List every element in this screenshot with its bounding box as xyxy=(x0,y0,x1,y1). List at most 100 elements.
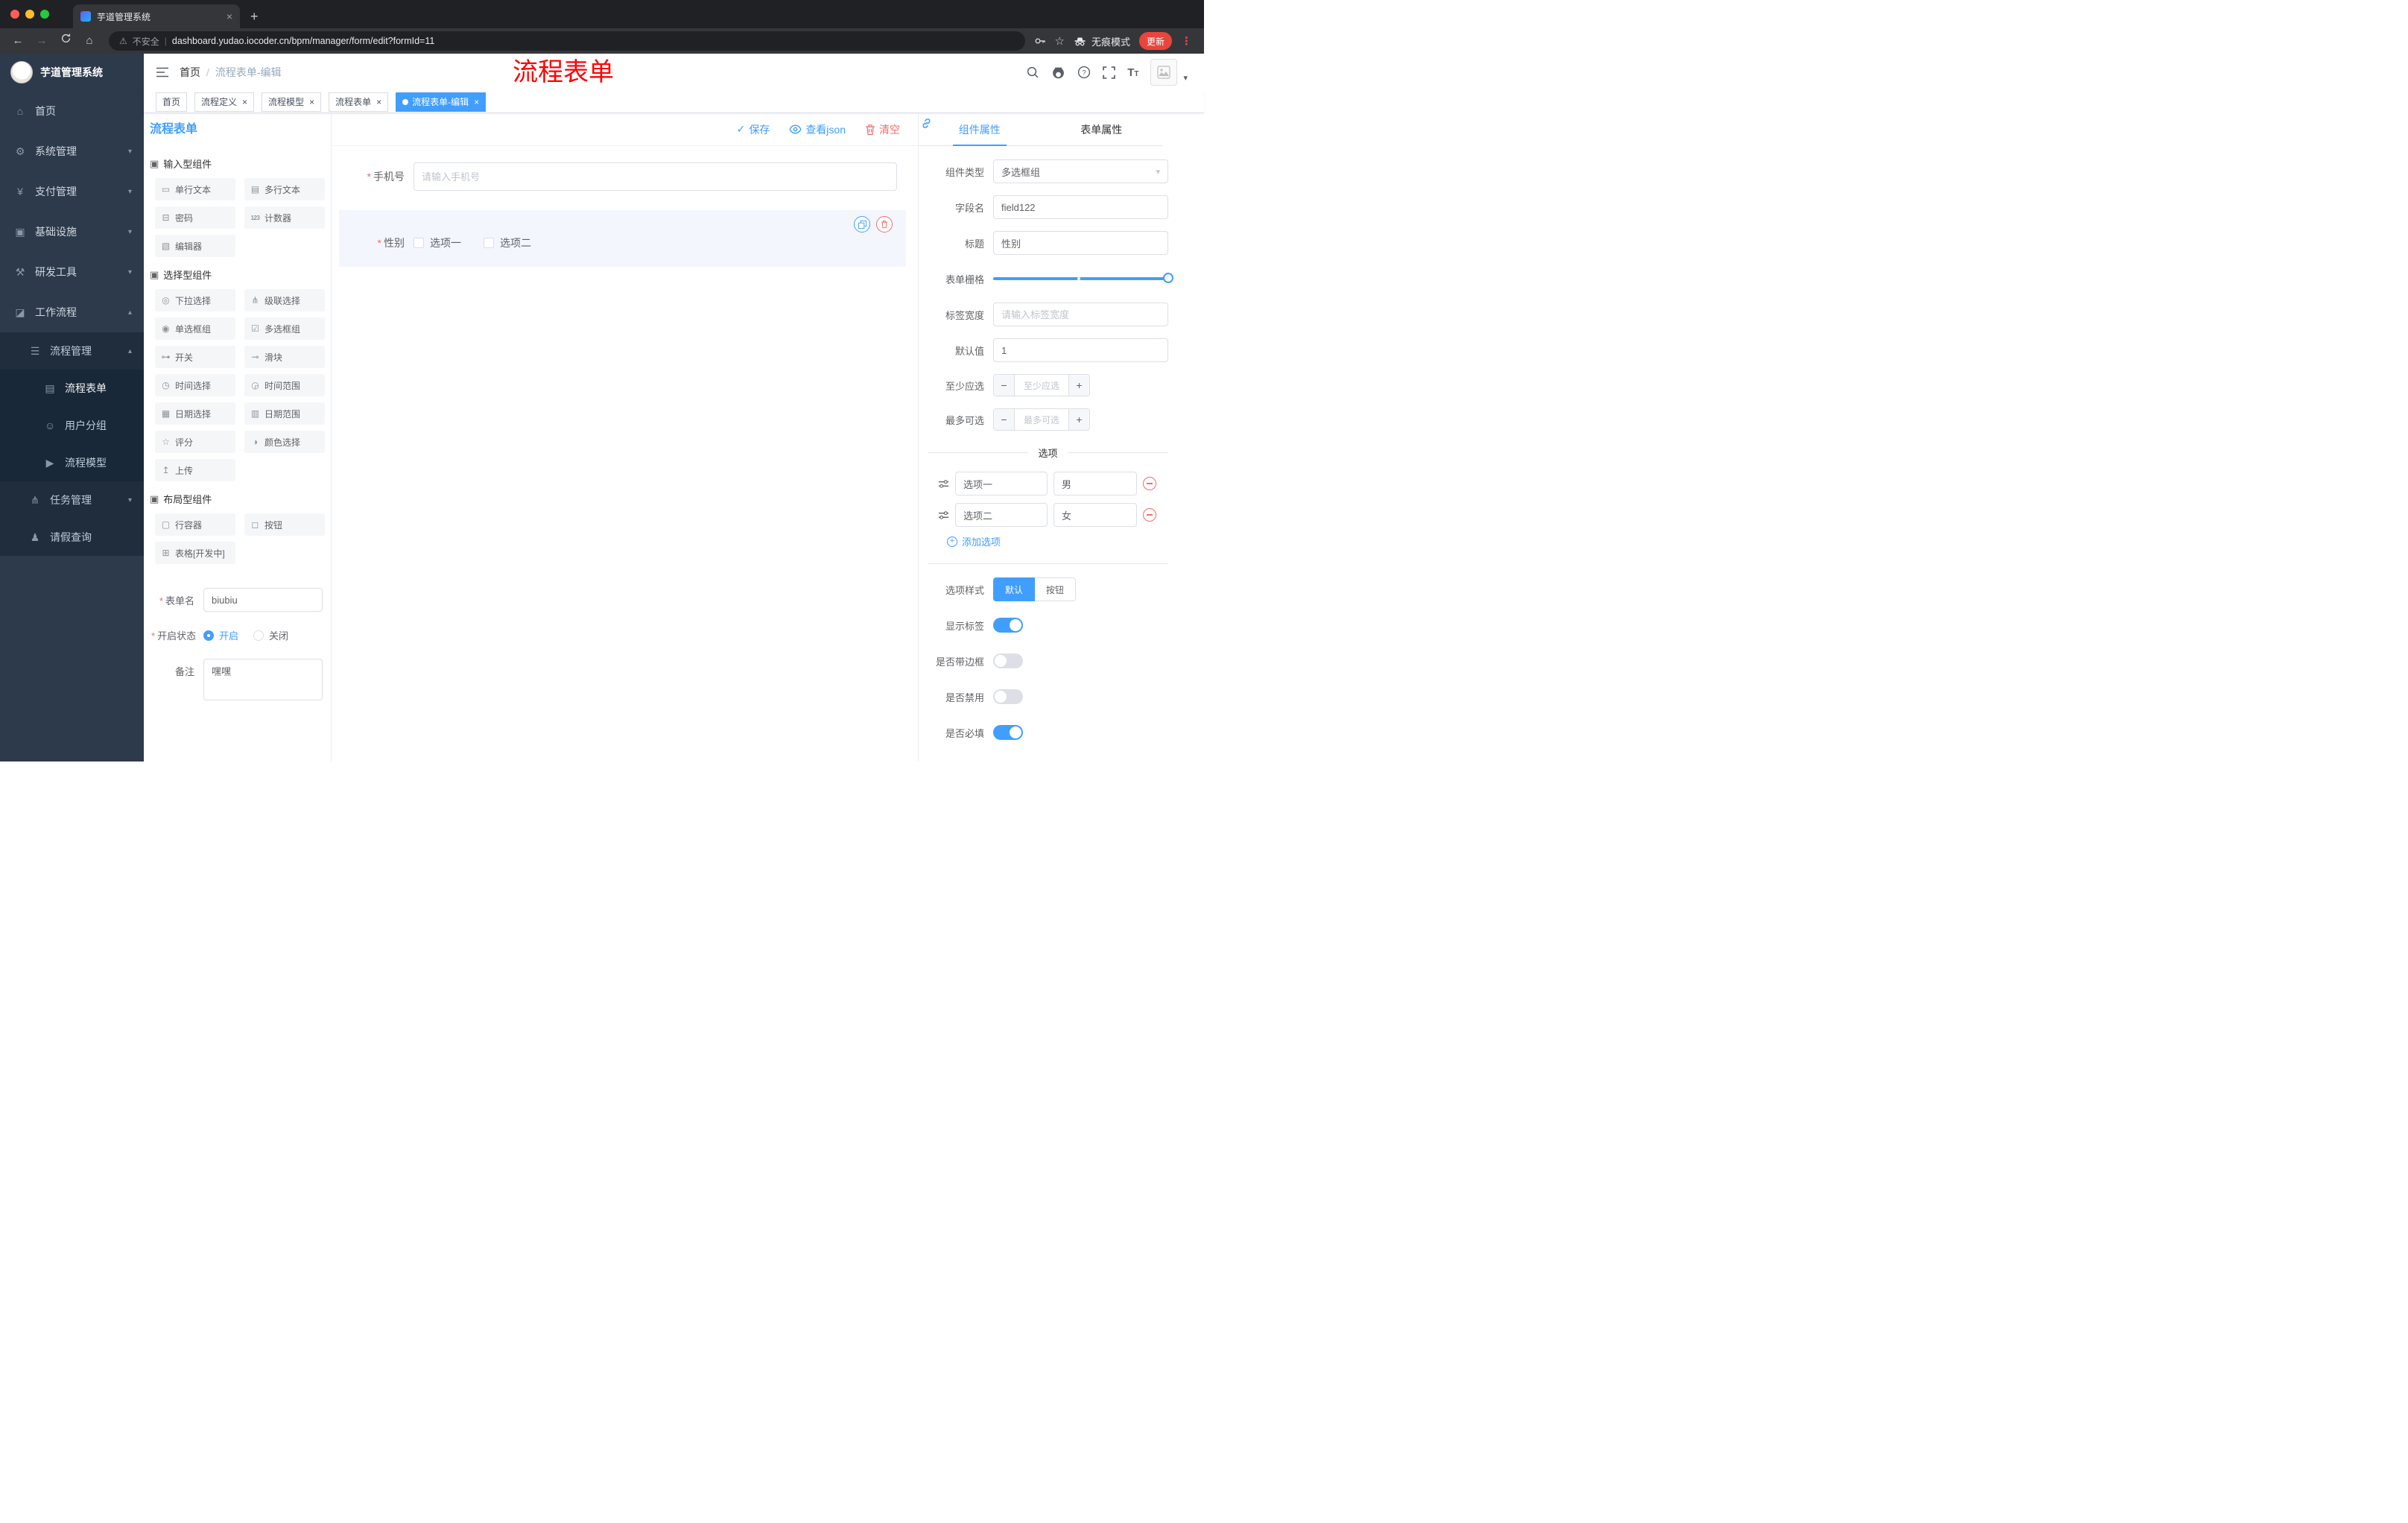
window-minimize-button[interactable] xyxy=(25,10,34,19)
update-button[interactable]: 更新 xyxy=(1138,32,1172,50)
remove-option-icon[interactable] xyxy=(1143,477,1156,490)
tab-component-props[interactable]: 组件属性 xyxy=(919,113,1041,146)
remark-textarea[interactable]: 嘿嘿 xyxy=(203,659,323,700)
key-icon[interactable] xyxy=(1034,35,1046,47)
form-name-input[interactable] xyxy=(203,588,323,612)
palette-item-rate[interactable]: ☆ 评分 xyxy=(155,431,235,453)
max-select-value[interactable]: 最多可选 xyxy=(1015,414,1068,426)
sidebar-item-leave-query[interactable]: ♟ 请假查询 xyxy=(0,519,144,556)
form-canvas[interactable]: 手机号 性别 xyxy=(332,146,918,762)
sidebar-item-user-group[interactable]: ☺ 用户分组 xyxy=(0,407,144,444)
field-name-input[interactable] xyxy=(993,195,1168,219)
palette-item-time-picker[interactable]: ◷ 时间选择 xyxy=(155,374,235,396)
close-icon[interactable]: × xyxy=(376,98,381,107)
gender-field-block-selected[interactable]: 性别 选项一 选项二 xyxy=(339,210,906,267)
sidebar-item-home[interactable]: ⌂ 首页 xyxy=(0,91,144,131)
increase-button[interactable]: + xyxy=(1068,409,1089,430)
sidebar-item-process-management[interactable]: ☰ 流程管理 ▴ xyxy=(0,332,144,370)
browser-tab[interactable]: 芋道管理系统 × xyxy=(73,4,240,28)
palette-item-time-range[interactable]: ◶ 时间范围 xyxy=(244,374,325,396)
sidebar-item-workflow[interactable]: ◪ 工作流程 ▴ xyxy=(0,292,144,332)
increase-button[interactable]: + xyxy=(1068,375,1089,396)
show-label-switch[interactable] xyxy=(993,618,1023,633)
checkbox-option-1[interactable]: 选项一 xyxy=(414,235,461,250)
back-button[interactable]: ← xyxy=(7,31,28,51)
breadcrumb-home[interactable]: 首页 xyxy=(180,65,200,80)
new-tab-button[interactable]: + xyxy=(250,4,259,28)
palette-item-checkbox-group[interactable]: ☑ 多选框组 xyxy=(244,317,325,340)
tag-home[interactable]: 首页 xyxy=(156,92,188,112)
component-type-select[interactable]: 多选框组 ▾ xyxy=(993,159,1168,183)
menu-kebab-icon[interactable]: ⋮ xyxy=(1181,34,1192,48)
palette-item-select[interactable]: ◎ 下拉选择 xyxy=(155,289,235,311)
tag-process-form-edit[interactable]: 流程表单-编辑 × xyxy=(396,92,487,112)
tag-process-definition[interactable]: 流程定义 × xyxy=(194,92,255,112)
palette-item-date-picker[interactable]: ▦ 日期选择 xyxy=(155,402,235,425)
sidebar-logo[interactable]: 芋道管理系统 xyxy=(0,54,144,91)
delete-component-button[interactable] xyxy=(876,216,893,232)
palette-item-color-picker[interactable]: ◑ 颜色选择 xyxy=(244,431,325,453)
palette-item-password[interactable]: ⊟ 密码 xyxy=(155,206,235,229)
view-json-button[interactable]: 查看json xyxy=(789,122,846,137)
clear-button[interactable]: 清空 xyxy=(865,122,900,137)
help-icon[interactable]: ? xyxy=(1077,66,1091,79)
tab-form-props[interactable]: 表单属性 xyxy=(1041,113,1163,145)
slider-handle[interactable] xyxy=(1163,273,1173,283)
palette-item-row-container[interactable]: ▢ 行容器 xyxy=(155,513,235,536)
palette-item-switch[interactable]: ⊶ 开关 xyxy=(155,346,235,368)
label-width-input[interactable] xyxy=(993,303,1168,326)
sidebar-collapse-icon[interactable] xyxy=(144,66,180,78)
avatar[interactable] xyxy=(1150,59,1178,86)
sidebar-item-process-model[interactable]: ▶ 流程模型 xyxy=(0,444,144,481)
sidebar-item-payment[interactable]: ¥ 支付管理 ▾ xyxy=(0,171,144,212)
palette-item-date-range[interactable]: ▥ 日期范围 xyxy=(244,402,325,425)
slider-track[interactable] xyxy=(993,273,1173,283)
window-close-button[interactable] xyxy=(10,10,19,19)
close-icon[interactable]: × xyxy=(309,98,314,107)
remove-option-icon[interactable] xyxy=(1143,508,1156,522)
sidebar-item-system[interactable]: ⚙ 系统管理 ▾ xyxy=(0,131,144,171)
palette-item-button[interactable]: ◻ 按钮 xyxy=(244,513,325,536)
window-zoom-button[interactable] xyxy=(40,10,49,19)
status-off-radio[interactable]: 关闭 xyxy=(253,628,288,642)
palette-item-counter[interactable]: 123 计数器 xyxy=(244,206,325,229)
drag-handle-icon[interactable] xyxy=(938,478,949,490)
min-select-value[interactable]: 至少应选 xyxy=(1015,379,1068,392)
required-switch[interactable] xyxy=(993,725,1023,740)
save-button[interactable]: ✓ 保存 xyxy=(737,122,770,137)
add-option-button[interactable]: + 添加选项 xyxy=(947,534,1168,548)
option-value-input[interactable] xyxy=(1054,503,1137,527)
sidebar-item-devtools[interactable]: ⚒ 研发工具 ▾ xyxy=(0,252,144,292)
home-button[interactable]: ⌂ xyxy=(79,31,100,51)
palette-item-cascader[interactable]: ⋔ 级联选择 xyxy=(244,289,325,311)
sidebar-item-process-form[interactable]: ▤ 流程表单 xyxy=(0,370,144,407)
github-icon[interactable] xyxy=(1051,66,1065,80)
copy-component-button[interactable] xyxy=(854,216,870,232)
option-label-input[interactable] xyxy=(955,503,1048,527)
palette-item-textarea[interactable]: ▤ 多行文本 xyxy=(244,178,325,200)
phone-field-row[interactable]: 手机号 xyxy=(339,162,906,191)
palette-item-radio-group[interactable]: ◉ 单选框组 xyxy=(155,317,235,340)
style-default-button[interactable]: 默认 xyxy=(993,577,1036,601)
close-icon[interactable]: × xyxy=(242,98,247,107)
option-label-input[interactable] xyxy=(955,472,1048,495)
disabled-switch[interactable] xyxy=(993,689,1023,704)
border-switch[interactable] xyxy=(993,653,1023,668)
close-icon[interactable]: × xyxy=(474,98,479,107)
sidebar-item-infrastructure[interactable]: ▣ 基础设施 ▾ xyxy=(0,212,144,252)
sidebar-item-task-management[interactable]: ⋔ 任务管理 ▾ xyxy=(0,481,144,519)
palette-item-slider[interactable]: ⊸ 滑块 xyxy=(244,346,325,368)
forward-button[interactable]: → xyxy=(31,31,52,51)
palette-item-text-field[interactable]: ▭ 单行文本 xyxy=(155,178,235,200)
tag-process-form[interactable]: 流程表单 × xyxy=(329,92,389,112)
font-size-icon[interactable]: TT xyxy=(1127,66,1138,79)
avatar-caret-icon[interactable]: ▾ xyxy=(1183,73,1188,83)
search-icon[interactable] xyxy=(1026,66,1039,79)
address-bar[interactable]: ⚠ 不安全 | dashboard.yudao.iocoder.cn/bpm/m… xyxy=(109,31,1025,51)
reload-button[interactable] xyxy=(55,31,76,51)
checkbox-option-2[interactable]: 选项二 xyxy=(484,235,531,250)
decrease-button[interactable]: − xyxy=(994,375,1015,396)
bookmark-star-icon[interactable]: ☆ xyxy=(1055,34,1065,48)
default-value-input[interactable] xyxy=(993,338,1168,362)
decrease-button[interactable]: − xyxy=(994,409,1015,430)
